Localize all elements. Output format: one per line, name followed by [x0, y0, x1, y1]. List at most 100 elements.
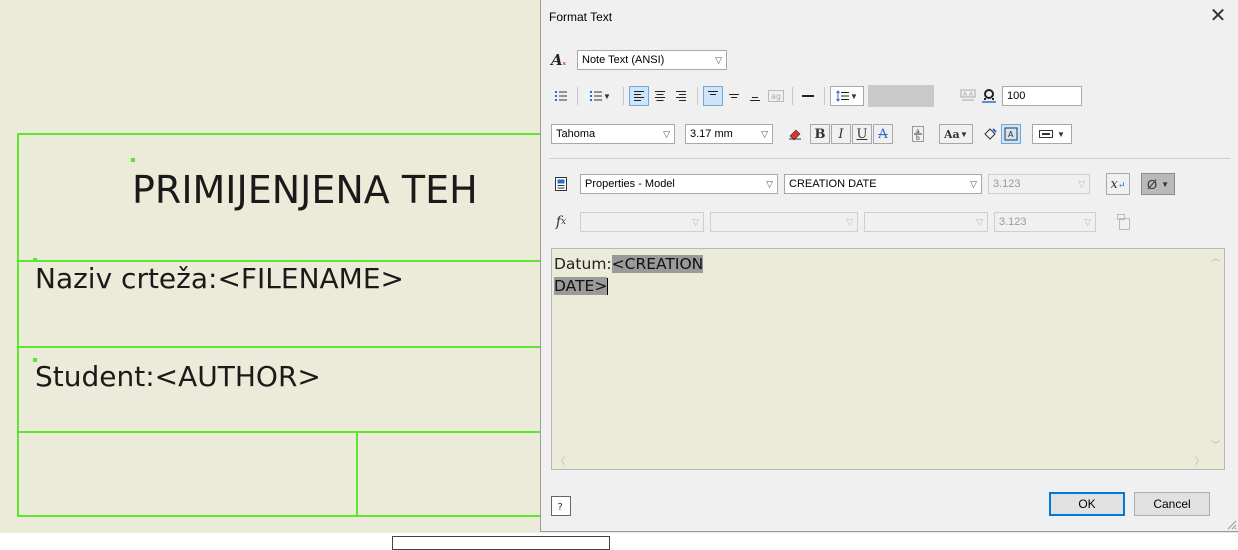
function-icon: fx	[551, 212, 571, 232]
line-icon[interactable]	[798, 86, 818, 106]
text-editor[interactable]: Datum:<CREATION DATE> ︿ ﹀ 〈 〉	[551, 248, 1225, 470]
title-block-border-top	[17, 133, 540, 135]
scroll-up-icon[interactable]: ︿	[1211, 251, 1220, 264]
bold-button[interactable]: B	[810, 124, 830, 144]
property-value: CREATION DATE	[789, 178, 877, 190]
font-size-select[interactable]: 3.17 mm ▽	[685, 124, 773, 144]
dialog-title: Format Text	[549, 10, 613, 24]
precision-value: 3.123	[993, 178, 1021, 190]
editor-content[interactable]: Datum:<CREATION DATE>	[554, 253, 704, 297]
properties-icon	[551, 174, 571, 194]
align-left-icon[interactable]	[629, 86, 649, 106]
title-block-title[interactable]: PRIMIJENJENA TEH	[132, 168, 478, 212]
width-scale-input[interactable]: 100	[1002, 86, 1082, 106]
resize-grip-icon[interactable]	[1225, 518, 1237, 530]
parameter-precision-value: 3.123	[999, 216, 1027, 228]
numbered-list-icon[interactable]: ▼	[583, 86, 617, 106]
stack-fraction-icon[interactable]: ab	[908, 124, 928, 144]
title-block-line-2	[17, 346, 540, 348]
width-scale-icon	[979, 86, 999, 106]
baseline-icon: ag	[766, 86, 786, 106]
symbol-menu-button[interactable]: ▼	[1032, 124, 1072, 144]
parameter-precision-select[interactable]: 3.123 ▽	[994, 212, 1096, 232]
text-anchor-mark	[131, 158, 135, 162]
scroll-left-icon[interactable]: 〈	[556, 454, 565, 467]
chevron-down-icon: ▽	[970, 178, 977, 189]
font-select[interactable]: Tahoma ▽	[551, 124, 675, 144]
help-icon[interactable]: ?	[551, 496, 571, 516]
title-block-student[interactable]: Student:<AUTHOR>	[35, 360, 321, 393]
text-style-value: Note Text (ANSI)	[582, 54, 665, 66]
italic-button[interactable]: I	[831, 124, 851, 144]
svg-text:A: A	[1008, 130, 1014, 139]
text-style-icon: Aₓ	[551, 51, 567, 69]
null-symbol-label: Ø	[1146, 176, 1158, 192]
chevron-down-icon: ▽	[761, 128, 768, 139]
font-value: Tahoma	[556, 128, 596, 140]
svg-text:A A: A A	[963, 91, 974, 98]
title-block-line-3	[17, 431, 540, 433]
chevron-down-icon: ▽	[766, 178, 773, 189]
align-center-icon[interactable]	[650, 86, 670, 106]
align-right-icon[interactable]	[671, 86, 691, 106]
color-icon[interactable]	[785, 124, 805, 144]
align-bottom-icon[interactable]	[745, 86, 765, 106]
parameter-select[interactable]: ▽	[710, 212, 858, 232]
separator	[623, 87, 624, 105]
insert-parameter-icon	[1112, 211, 1136, 233]
clear-format-icon[interactable]	[980, 124, 1000, 144]
cancel-button[interactable]: Cancel	[1134, 492, 1210, 516]
parameter-units-select[interactable]: ▽	[864, 212, 988, 232]
type-select[interactable]: Properties - Model ▽	[580, 174, 778, 194]
width-scale-value: 100	[1007, 90, 1026, 102]
text-style-select[interactable]: Note Text (ANSI) ▽	[577, 50, 727, 70]
title-block-border-bottom	[17, 515, 540, 517]
vertical-scrollbar[interactable]: ︿ ﹀	[1207, 249, 1224, 453]
align-middle-icon[interactable]	[724, 86, 744, 106]
close-button[interactable]: ✕	[1206, 4, 1230, 28]
ok-button[interactable]: OK	[1049, 492, 1125, 516]
underline-button[interactable]: U	[852, 124, 872, 144]
svg-text:b: b	[916, 135, 920, 142]
chevron-down-icon: ▽	[1084, 216, 1091, 227]
fit-text-icon[interactable]: A	[1001, 124, 1021, 144]
svg-text:Aa: Aa	[944, 128, 960, 141]
separator	[824, 87, 825, 105]
scroll-right-icon[interactable]: 〉	[1195, 454, 1204, 467]
chevron-down-icon: ▽	[692, 216, 699, 227]
line-spacing-icon[interactable]: ▼	[830, 86, 864, 106]
separator	[792, 87, 793, 105]
editor-prefix-text: Datum:	[554, 255, 612, 273]
format-text-dialog: Format Text ✕ Aₓ Note Text (ANSI) ▽ ▼ ag…	[540, 0, 1238, 532]
chevron-down-icon: ▽	[1078, 178, 1085, 189]
scroll-down-icon[interactable]: ﹀	[1211, 438, 1220, 451]
property-field-line2[interactable]: DATE>	[554, 277, 608, 295]
precision-select[interactable]: 3.123 ▽	[988, 174, 1090, 194]
property-field-line1[interactable]: <CREATION	[611, 255, 704, 273]
svg-text:ag: ag	[771, 92, 781, 101]
title-block-divider	[356, 431, 358, 517]
title-block-border-left	[17, 133, 19, 517]
horizontal-scrollbar[interactable]: 〈 〉	[552, 452, 1208, 469]
stack-icon: A A	[958, 86, 978, 106]
chevron-down-icon: ▽	[846, 216, 853, 227]
title-block-drawing-name[interactable]: Naziv crteža:<FILENAME>	[35, 262, 404, 295]
fx-sub: x	[561, 217, 567, 227]
separator	[577, 87, 578, 105]
property-select[interactable]: CREATION DATE ▽	[784, 174, 982, 194]
chevron-down-icon: ▽	[976, 216, 983, 227]
font-size-value: 3.17 mm	[690, 128, 733, 140]
add-parameter-icon[interactable]: x↵	[1106, 173, 1130, 195]
text-caret	[607, 278, 609, 295]
case-icon[interactable]: Aa ▼	[939, 124, 973, 144]
parameter-source-select[interactable]: ▽	[580, 212, 704, 232]
type-value: Properties - Model	[585, 178, 675, 190]
svg-text:?: ?	[558, 502, 563, 512]
align-top-icon[interactable]	[703, 86, 723, 106]
null-symbol-button[interactable]: Ø ▼	[1141, 173, 1175, 195]
chevron-down-icon: ▽	[663, 128, 670, 139]
status-box	[392, 536, 610, 550]
x-label: x	[1110, 176, 1118, 192]
bullet-list-icon[interactable]	[551, 86, 571, 106]
strikethrough-button[interactable]: A	[873, 124, 893, 144]
